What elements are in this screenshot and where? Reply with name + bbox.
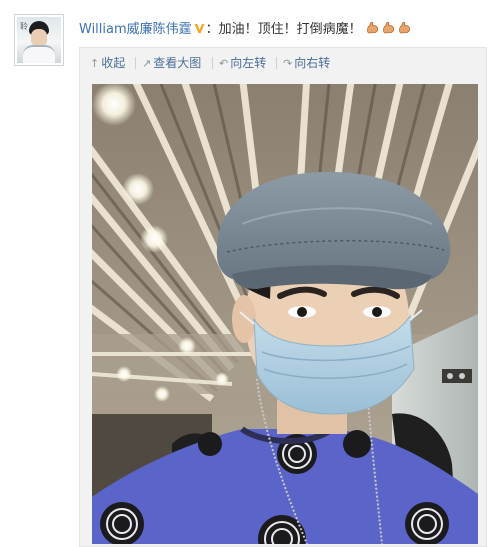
view-large-label: 查看大图: [153, 56, 202, 70]
avatar-image: 聆: [17, 17, 61, 63]
author-link[interactable]: William威廉陈伟霆: [79, 22, 192, 37]
avatar[interactable]: 聆: [14, 14, 64, 66]
rotate-right-icon: ↷: [283, 57, 293, 70]
rotate-left-icon: ↶: [219, 57, 229, 70]
external-link-icon: ↗: [142, 57, 152, 70]
verified-v-icon: [194, 24, 205, 33]
media-card: ↑ 收起 ↗ 查看大图 ↶ 向左转 ↷ 向右转: [79, 47, 487, 547]
strong-arm-icon: [366, 21, 378, 34]
collapse-button[interactable]: ↑ 收起: [90, 55, 125, 72]
rotate-right-label: 向右转: [294, 56, 331, 70]
media-toolbar: ↑ 收起 ↗ 查看大图 ↶ 向左转 ↷ 向右转: [80, 48, 486, 78]
arrow-up-icon: ↑: [90, 57, 100, 70]
post-message: ：加油！顶住！打倒病魔！: [205, 22, 362, 37]
emoji-group: [364, 20, 412, 40]
view-large-button[interactable]: ↗ 查看大图: [142, 55, 201, 72]
strong-arm-icon: [382, 21, 394, 34]
post-photo[interactable]: [92, 84, 478, 544]
collapse-label: 收起: [101, 56, 126, 70]
rotate-left-label: 向左转: [230, 56, 267, 70]
selfie-illustration: [92, 84, 478, 544]
rotate-right-button[interactable]: ↷ 向右转: [283, 55, 330, 72]
rotate-left-button[interactable]: ↶ 向左转: [219, 55, 266, 72]
strong-arm-icon: [398, 21, 410, 34]
post-text-line: William威廉陈伟霆 ：加油！顶住！打倒病魔！: [79, 20, 412, 40]
avatar-watermark-char: 聆: [20, 22, 28, 31]
